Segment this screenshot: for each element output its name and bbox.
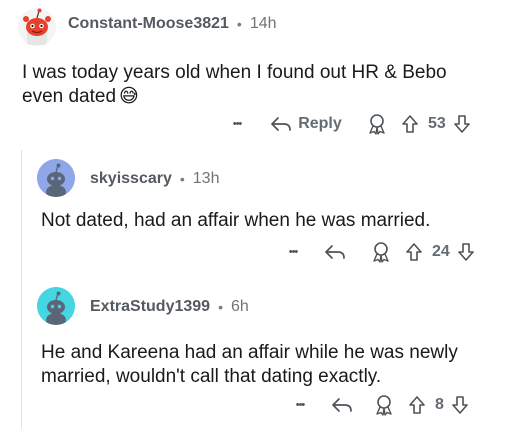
comment-body: He and Kareena had an affair while he wa…	[41, 341, 506, 389]
separator: •	[179, 171, 185, 187]
vote-count: 53	[428, 115, 446, 132]
thread-line-main	[21, 150, 22, 429]
separator: •	[218, 299, 223, 315]
downvote-arrow-icon	[452, 396, 468, 414]
username[interactable]: skyisscary	[90, 170, 172, 188]
downvote-button[interactable]	[448, 391, 472, 419]
avatar[interactable]	[37, 159, 75, 197]
separator: •	[236, 16, 242, 32]
downvote-button[interactable]	[450, 110, 474, 138]
avatar[interactable]	[37, 287, 75, 325]
comment-actions: ••• 8	[285, 391, 472, 419]
reply-icon	[325, 245, 345, 259]
username[interactable]: ExtraStudy1399	[90, 298, 210, 316]
award-icon	[376, 395, 392, 416]
comment-text-line: even dated	[22, 86, 117, 107]
upvote-button[interactable]	[402, 238, 426, 266]
upvote-arrow-icon	[409, 396, 425, 414]
reply-button[interactable]	[327, 391, 357, 419]
more-icon: •••	[295, 399, 306, 411]
comment-body: Not dated, had an affair when he was mar…	[41, 209, 506, 233]
upvote-button[interactable]	[405, 391, 429, 419]
award-button[interactable]	[369, 391, 399, 419]
timestamp: 14h	[249, 15, 277, 32]
comment-header: ExtraStudy1399 • 6h	[90, 296, 249, 318]
avatar-snoo-icon	[18, 8, 56, 46]
reply-button[interactable]: Reply	[266, 110, 346, 138]
reply-icon	[332, 398, 352, 412]
comment-text-line: I was today years old when I found out H…	[22, 62, 447, 83]
avatar-snoo-icon	[37, 287, 75, 325]
comment-text-line: married, wouldn't call that dating exact…	[41, 366, 382, 387]
downvote-arrow-icon	[453, 115, 470, 133]
reply-label: Reply	[298, 115, 342, 132]
more-icon: •••	[232, 118, 243, 130]
more-options-button[interactable]: •••	[222, 110, 252, 138]
comment-header: skyisscary • 13h	[90, 168, 219, 190]
award-icon	[369, 114, 385, 135]
downvote-arrow-icon	[457, 243, 474, 261]
upvote-arrow-icon	[402, 115, 418, 133]
comment-actions: ••• 24	[278, 238, 478, 266]
emoji: 😅	[119, 86, 139, 107]
more-options-button[interactable]: •••	[285, 391, 315, 419]
avatar[interactable]	[17, 7, 57, 47]
upvote-arrow-icon	[406, 243, 422, 261]
timestamp: 6h	[230, 298, 249, 315]
more-icon: •••	[288, 246, 299, 258]
award-button[interactable]	[362, 110, 392, 138]
comment-actions: ••• Reply 53	[222, 110, 474, 138]
vote-count: 24	[432, 243, 450, 260]
reply-icon	[271, 117, 292, 131]
timestamp: 13h	[192, 170, 220, 187]
comment-header: Constant-Moose3821 • 14h	[68, 13, 277, 35]
vote-count: 8	[435, 396, 444, 413]
comment-text-line: Not dated, had an affair when he was mar…	[41, 210, 431, 231]
username[interactable]: Constant-Moose3821	[68, 15, 229, 33]
award-icon	[373, 242, 389, 263]
upvote-button[interactable]	[398, 110, 422, 138]
more-options-button[interactable]: •••	[278, 238, 308, 266]
comment-body: I was today years old when I found out H…	[22, 61, 502, 109]
reply-button[interactable]	[320, 238, 350, 266]
comment-text-line: He and Kareena had an affair while he wa…	[41, 342, 458, 363]
avatar-snoo-icon	[37, 159, 75, 197]
downvote-button[interactable]	[454, 238, 478, 266]
award-button[interactable]	[366, 238, 396, 266]
